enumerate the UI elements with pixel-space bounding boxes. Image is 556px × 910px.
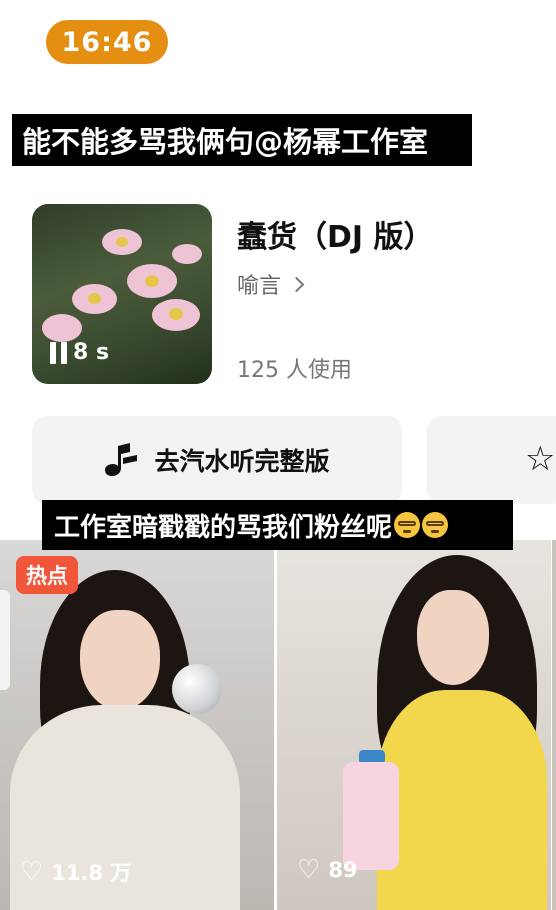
pause-indicator[interactable]: 8 s: [50, 340, 109, 365]
chevron-right-icon: [288, 276, 305, 292]
heart-icon: ♡: [297, 855, 321, 885]
artist-name: 喻言: [237, 274, 282, 299]
caption-middle-text: 工作室暗戳戳的骂我们粉丝呢: [54, 512, 393, 543]
favorite-button[interactable]: ☆: [427, 416, 556, 504]
usage-count: 125 人使用: [237, 358, 352, 383]
caption-middle: 工作室暗戳戳的骂我们粉丝呢: [42, 500, 513, 550]
song-title[interactable]: 蠢货（DJ 版）: [237, 212, 434, 256]
pause-icon: [50, 341, 67, 364]
listen-full-version-button[interactable]: 去汽水听完整版: [32, 416, 402, 504]
flower-center: [116, 237, 128, 247]
status-time: 16:46: [46, 20, 168, 64]
hot-badge: 热点: [16, 556, 78, 594]
side-drawer-handle[interactable]: [0, 590, 10, 690]
next-tile-edge: [552, 540, 556, 910]
crystal-ball: [172, 664, 222, 714]
flower-petal: [42, 314, 82, 342]
music-note-icon: [105, 443, 138, 476]
like-count-1: ♡ 11.8 万: [20, 857, 131, 887]
video-tile-1[interactable]: [0, 540, 274, 910]
figure-shirt: [377, 690, 547, 910]
listen-full-version-label: 去汽水听完整版: [154, 447, 330, 476]
like-count-2: ♡ 89: [297, 857, 358, 883]
flower-petal: [172, 244, 202, 264]
caption-top-text: 能不能多骂我俩句@杨幂工作室: [22, 125, 429, 159]
flower-center: [145, 275, 159, 287]
star-icon: ☆: [525, 439, 556, 479]
audio-duration: 8 s: [73, 340, 110, 365]
flower-center: [169, 308, 183, 320]
nerd-face-emoji: [422, 512, 449, 538]
figure-face: [417, 590, 489, 685]
flower-center: [88, 293, 101, 304]
drink-bottle: [343, 762, 399, 870]
nerd-face-emoji: [394, 512, 421, 538]
like-count-text: 89: [328, 858, 358, 882]
like-count-text: 11.8 万: [51, 861, 132, 885]
caption-top: 能不能多骂我俩句@杨幂工作室: [12, 114, 472, 166]
figure-face: [80, 610, 160, 710]
heart-icon: ♡: [20, 857, 44, 887]
artist-link[interactable]: 喻言: [237, 268, 305, 300]
